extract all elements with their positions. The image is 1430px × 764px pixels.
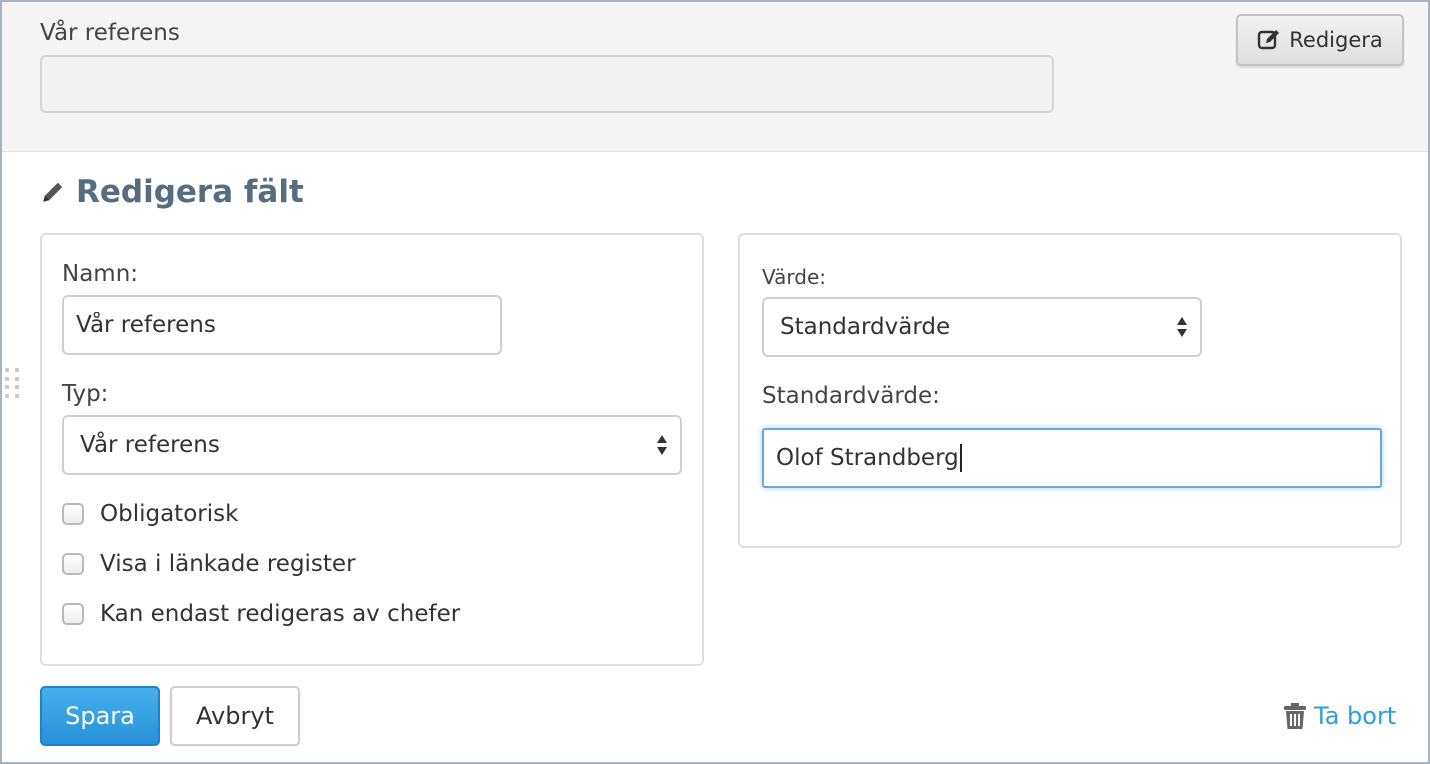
name-label: Namn: [62,261,139,287]
cancel-button[interactable]: Avbryt [170,686,300,746]
linked-registers-checkbox-label: Visa i länkade register [100,551,356,577]
type-select-value: Vår referens [80,432,220,458]
sort-arrows-icon [657,435,667,455]
default-value-text: Olof Strandberg [776,445,959,471]
text-caret [959,444,962,472]
name-input[interactable] [62,295,502,355]
value-select-value: Standardvärde [780,314,951,340]
delete-link-label: Ta bort [1314,702,1397,730]
preview-field-input[interactable] [40,55,1054,113]
field-settings-panel: Namn: Typ: Vår referens Obligatorisk Vis… [40,233,704,666]
managers-only-checkbox-label: Kan endast redigeras av chefer [100,601,461,627]
required-checkbox-label: Obligatorisk [100,501,239,527]
value-select[interactable]: Standardvärde [762,297,1202,357]
managers-only-checkbox[interactable] [62,603,84,625]
type-select[interactable]: Vår referens [62,415,682,475]
linked-registers-checkbox[interactable] [62,553,84,575]
required-checkbox-row: Obligatorisk [62,501,238,527]
edit-button-label: Redigera [1289,28,1383,52]
default-value-label: Standardvärde: [762,383,940,409]
type-label: Typ: [62,381,109,407]
save-button[interactable]: Spara [40,686,160,746]
required-checkbox[interactable] [62,503,84,525]
managers-only-checkbox-row: Kan endast redigeras av chefer [62,601,460,627]
pencil-square-icon [1258,30,1280,50]
delete-link[interactable]: Ta bort [1284,698,1396,734]
section-heading-text: Redigera fält [76,174,304,210]
edit-button[interactable]: Redigera [1236,14,1404,66]
linked-registers-checkbox-row: Visa i länkade register [62,551,356,577]
trash-icon [1284,703,1306,729]
preview-field-label: Vår referens [40,20,180,46]
default-value-input[interactable]: Olof Strandberg [762,428,1382,488]
value-label: Värde: [762,265,826,289]
drag-handle-icon[interactable] [5,368,21,398]
section-heading: Redigera fält [40,170,304,214]
value-settings-panel: Värde: Standardvärde Standardvärde: Olof… [738,233,1402,548]
field-preview: Vår referens Redigera [2,2,1428,152]
field-editor-window: Vår referens Redigera Redigera fält Namn… [0,0,1430,764]
pencil-icon [43,182,63,202]
sort-arrows-icon [1177,317,1187,337]
